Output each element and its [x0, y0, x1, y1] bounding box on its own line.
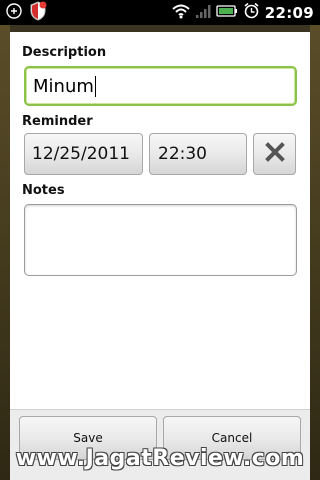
usb-icon [6, 2, 22, 23]
status-bar-clock: 22:09 [264, 3, 314, 22]
x-icon [264, 142, 285, 166]
description-value: Minum [33, 75, 94, 97]
description-input[interactable]: Minum [24, 66, 297, 106]
cancel-button-label: Cancel [211, 431, 253, 445]
reminder-date-button[interactable]: 12/25/2011 [24, 133, 143, 175]
shield-icon [29, 0, 47, 25]
alarm-icon [243, 2, 260, 23]
wallpaper-edge-right [310, 25, 320, 480]
notes-label: Notes [22, 183, 65, 198]
reminder-date-value: 12/25/2011 [32, 144, 130, 164]
status-bar-system: 22:09 [172, 2, 320, 23]
description-label: Description [22, 45, 107, 60]
clear-reminder-button[interactable] [253, 133, 296, 175]
reminder-label: Reminder [22, 114, 93, 129]
wallpaper-edge-left [0, 25, 10, 480]
battery-icon [216, 3, 238, 22]
reminder-dialog: Description Minum Reminder 12/25/2011 22… [10, 32, 310, 480]
status-bar-notifications [0, 0, 47, 25]
signal-icon [195, 3, 211, 23]
watermark: www.JagatReview.com [15, 446, 305, 471]
notes-input[interactable] [24, 204, 297, 276]
reminder-time-button[interactable]: 22:30 [149, 133, 247, 175]
reminder-time-value: 22:30 [158, 144, 207, 164]
status-bar: 22:09 [0, 0, 320, 25]
text-cursor [94, 75, 96, 97]
save-button-label: Save [73, 431, 103, 445]
wifi-icon [172, 3, 190, 23]
